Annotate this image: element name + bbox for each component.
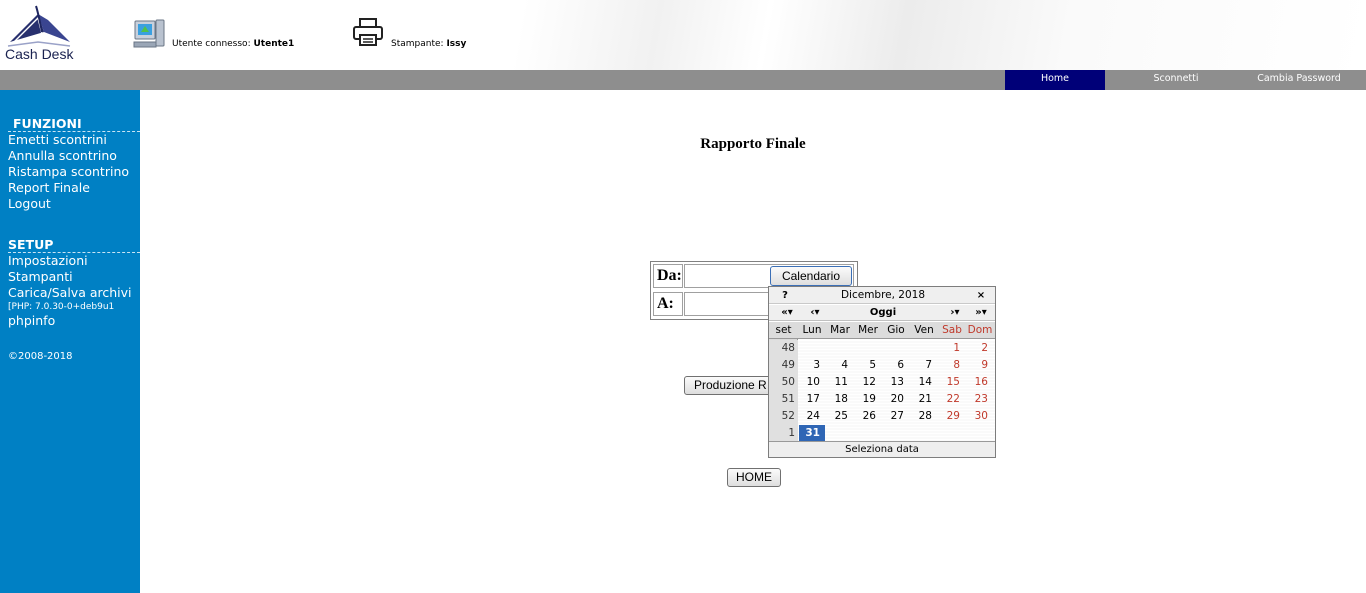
- page-title: Rapporto Finale: [700, 136, 806, 152]
- calendar-grid: 48 1 2 49 3 4 5 6 7 8 9 50 10 11 12 13 14 15 16 51 17 18 19 20 2…: [769, 340, 995, 442]
- calendar-day[interactable]: 15: [939, 374, 965, 391]
- calendar-day[interactable]: 28: [911, 408, 937, 425]
- calendar-day-header: set Lun Mar Mer Gio Ven Sab Dom: [769, 322, 995, 339]
- calendar-day-name: Lun: [802, 324, 822, 336]
- sidebar-item-stampanti[interactable]: Stampanti: [8, 269, 73, 285]
- calendar-week-number: 1: [769, 425, 798, 442]
- calendar-day[interactable]: 14: [911, 374, 937, 391]
- calendar-day[interactable]: 25: [827, 408, 853, 425]
- calendar-day[interactable]: 23: [967, 391, 993, 408]
- calendar-day[interactable]: 19: [855, 391, 881, 408]
- app-name: Cash Desk: [5, 46, 74, 62]
- php-version: [PHP: 7.0.30-0+deb9u1: [8, 302, 115, 312]
- calendar-day-name: Mer: [858, 324, 878, 336]
- sidebar-item-carica-salva-archivi[interactable]: Carica/Salva archivi: [8, 285, 132, 301]
- calendar-day[interactable]: 29: [939, 408, 965, 425]
- calendar-day[interactable]: 11: [827, 374, 853, 391]
- sidebar-item-annulla-scontrino[interactable]: Annulla scontrino: [8, 148, 117, 164]
- sidebar: FUNZIONI Emetti scontrini Annulla scontr…: [0, 90, 140, 593]
- nav-bar: Home Sconnetti Cambia Password: [0, 70, 1366, 90]
- calendar-day[interactable]: 13: [883, 374, 909, 391]
- sidebar-item-emetti-scontrini[interactable]: Emetti scontrini: [8, 132, 107, 148]
- book-logo-icon: [7, 5, 71, 47]
- calendar-help-button[interactable]: ?: [773, 288, 797, 304]
- printer-icon: [353, 18, 383, 46]
- header: Cash Desk Utente connesso: Utente1 Stamp…: [0, 0, 1366, 70]
- calendar-day[interactable]: 18: [827, 391, 853, 408]
- calendar-selected-day[interactable]: 31: [799, 425, 825, 442]
- calendar-day[interactable]: 27: [883, 408, 909, 425]
- calendar-status: Seleziona data: [769, 441, 995, 457]
- printer-label: Stampante:: [391, 39, 444, 49]
- calendar-day[interactable]: 3: [799, 357, 825, 374]
- calendar-month-year: Dicembre, 2018: [840, 289, 926, 301]
- calendar-day[interactable]: 5: [855, 357, 881, 374]
- calendar-day[interactable]: 7: [911, 357, 937, 374]
- calendar-day[interactable]: 17: [799, 391, 825, 408]
- calendar-day-name: Gio: [887, 324, 905, 336]
- home-button[interactable]: HOME: [727, 468, 781, 487]
- calendar-day[interactable]: 20: [883, 391, 909, 408]
- printer-name: Issy: [446, 39, 467, 49]
- sidebar-item-phpinfo[interactable]: phpinfo: [8, 313, 55, 329]
- calendar-week-header: set: [775, 324, 792, 336]
- calendar-day-name: Sab: [942, 324, 962, 336]
- calendar-day-name: Dom: [967, 324, 993, 336]
- calendar-day[interactable]: 4: [827, 357, 853, 374]
- calendar-prev-year-button[interactable]: «▾: [775, 305, 799, 321]
- calendar-day-name: Mar: [830, 324, 850, 336]
- user-name: Utente1: [253, 39, 295, 49]
- printer-info: Stampante: Issy: [391, 39, 466, 49]
- calendar-week-number: 52: [769, 408, 798, 425]
- from-label: Da:: [653, 264, 683, 288]
- calendar-week-number: 48: [769, 340, 798, 357]
- sidebar-item-ristampa-scontrino[interactable]: Ristampa scontrino: [8, 164, 129, 180]
- calendar-day[interactable]: 21: [911, 391, 937, 408]
- calendar-day[interactable]: 26: [855, 408, 881, 425]
- calendar-day[interactable]: 1: [939, 340, 965, 357]
- calendar-title-bar: ? Dicembre, 2018 ×: [769, 287, 995, 304]
- calendar-today-button[interactable]: Oggi: [829, 305, 937, 321]
- calendar-day[interactable]: 8: [939, 357, 965, 374]
- calendar-popup: ? Dicembre, 2018 × «▾ ‹▾ Oggi ›▾ »▾ set L…: [768, 286, 996, 458]
- calendar-nav-bar: «▾ ‹▾ Oggi ›▾ »▾: [769, 305, 995, 321]
- nav-change-password-link[interactable]: Cambia Password: [1240, 70, 1358, 90]
- calendar-day-name: Ven: [914, 324, 934, 336]
- connected-user-icon: [133, 19, 165, 48]
- nav-home-link[interactable]: Home: [1005, 70, 1105, 90]
- sidebar-item-impostazioni[interactable]: Impostazioni: [8, 253, 88, 269]
- calendar-day[interactable]: 6: [883, 357, 909, 374]
- user-label: Utente connesso:: [172, 39, 251, 49]
- user-info: Utente connesso: Utente1: [172, 39, 294, 49]
- to-label: A:: [653, 292, 683, 316]
- sidebar-item-report-finale[interactable]: Report Finale: [8, 180, 90, 196]
- calendar-week-number: 51: [769, 391, 798, 408]
- sidebar-heading-setup: SETUP: [8, 237, 140, 253]
- calendar-day[interactable]: 16: [967, 374, 993, 391]
- calendar-next-year-button[interactable]: »▾: [969, 305, 993, 321]
- calendar-next-month-button[interactable]: ›▾: [943, 305, 967, 321]
- calendar-close-icon[interactable]: ×: [969, 288, 993, 304]
- calendar-day[interactable]: 10: [799, 374, 825, 391]
- calendar-day[interactable]: 2: [967, 340, 993, 357]
- calendar-prev-month-button[interactable]: ‹▾: [803, 305, 827, 321]
- calendar-day[interactable]: 12: [855, 374, 881, 391]
- calendar-week-number: 49: [769, 357, 798, 374]
- calendar-day[interactable]: 22: [939, 391, 965, 408]
- calendar-day[interactable]: 9: [967, 357, 993, 374]
- nav-logout-link[interactable]: Sconnetti: [1126, 70, 1226, 90]
- sidebar-item-logout[interactable]: Logout: [8, 196, 51, 212]
- sidebar-heading-functions: FUNZIONI: [8, 116, 140, 132]
- calendar-day[interactable]: 24: [799, 408, 825, 425]
- calendar-week-number: 50: [769, 374, 798, 391]
- calendar-button[interactable]: Calendario: [770, 266, 852, 286]
- calendar-day[interactable]: 30: [967, 408, 993, 425]
- copyright: ©2008-2018: [8, 351, 73, 362]
